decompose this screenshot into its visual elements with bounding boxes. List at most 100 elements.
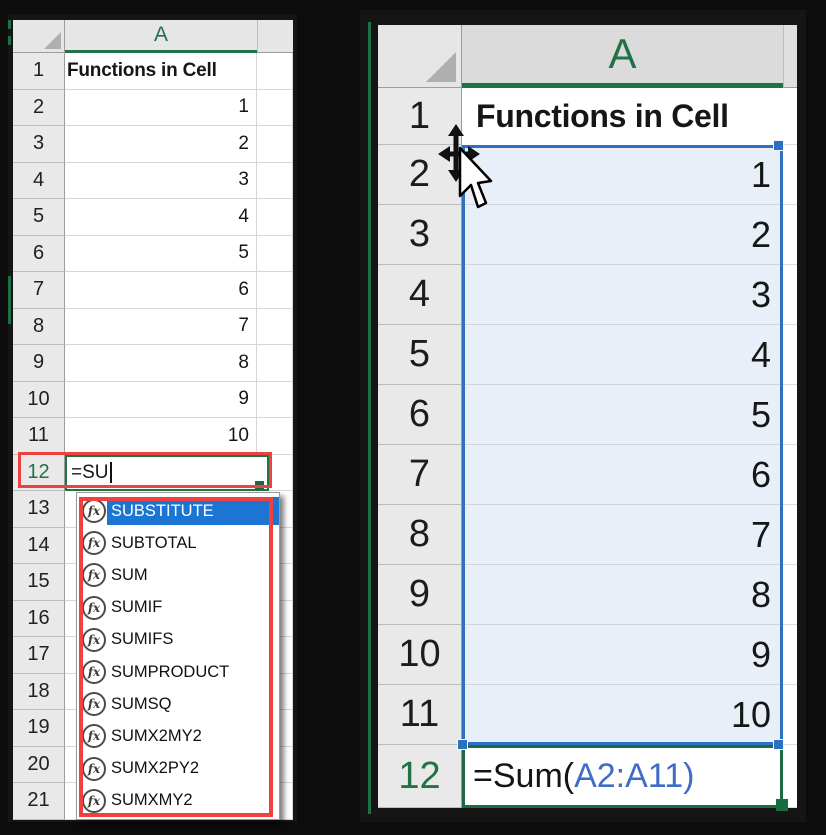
row-header-8[interactable]: 8 xyxy=(13,308,65,345)
autocomplete-item-sumx2my2[interactable]: fx SUMX2MY2 xyxy=(77,720,279,752)
autocomplete-item-label: SUMPRODUCT xyxy=(111,662,230,681)
row-header-12[interactable]: 12 xyxy=(13,454,65,491)
row-header-5[interactable]: 5 xyxy=(13,199,65,236)
cell-A2[interactable]: 1 xyxy=(65,89,257,126)
row-header-11[interactable]: 11 xyxy=(378,685,462,745)
row-header-21[interactable]: 21 xyxy=(13,783,65,820)
cell-A5[interactable]: 4 xyxy=(65,199,257,236)
cell-B7-sliver xyxy=(783,445,797,505)
autocomplete-item-sum[interactable]: fx SUM xyxy=(77,559,279,591)
row-header-5[interactable]: 5 xyxy=(378,325,462,385)
selection-handle-bottom-left[interactable] xyxy=(457,739,468,750)
cell-A9[interactable]: 8 xyxy=(65,345,257,382)
row-header-6[interactable]: 6 xyxy=(13,235,65,272)
column-header-a[interactable]: A xyxy=(462,25,783,88)
cell-A10[interactable]: 9 xyxy=(462,625,783,685)
row-header-6[interactable]: 6 xyxy=(378,385,462,445)
cell-A12[interactable]: =SU xyxy=(65,454,269,491)
row-header-12[interactable]: 12 xyxy=(378,745,462,808)
cell-B6-sliver xyxy=(257,235,293,272)
cell-A4[interactable]: 3 xyxy=(65,162,257,199)
fx-icon: fx xyxy=(82,595,106,620)
autocomplete-item-label: SUBSTITUTE xyxy=(107,497,279,526)
autocomplete-item-subtotal[interactable]: fx SUBTOTAL xyxy=(77,527,279,559)
cell-A10[interactable]: 9 xyxy=(65,381,257,418)
select-all-button[interactable] xyxy=(13,20,65,53)
row-header-8[interactable]: 8 xyxy=(378,505,462,565)
autocomplete-item-sumxmy2[interactable]: fx SUMXMY2 xyxy=(77,785,279,817)
window-edge-mark xyxy=(8,36,11,45)
row-header-14[interactable]: 14 xyxy=(13,527,65,564)
row-header-9[interactable]: 9 xyxy=(13,345,65,382)
cell-A1[interactable]: Functions in Cell xyxy=(462,88,783,145)
cell-A3[interactable]: 2 xyxy=(462,205,783,265)
row-header-17[interactable]: 17 xyxy=(13,637,65,674)
row-header-19[interactable]: 19 xyxy=(13,710,65,747)
cell-A1[interactable]: Functions in Cell xyxy=(65,53,257,90)
row-header-4[interactable]: 4 xyxy=(13,162,65,199)
fx-icon: fx xyxy=(82,499,106,524)
spreadsheet-right-zoomed: A 1 Functions in Cell 2 1 3 2 4 3 5 4 6 5 7 6 8 7 9 8 10 9 1… xyxy=(360,10,806,822)
row-header-16[interactable]: 16 xyxy=(13,600,65,637)
row-header-18[interactable]: 18 xyxy=(13,673,65,710)
row-header-13[interactable]: 13 xyxy=(13,491,65,528)
row-header-7[interactable]: 7 xyxy=(378,445,462,505)
cell-A11[interactable]: 10 xyxy=(462,685,783,745)
autocomplete-item-sumproduct[interactable]: fx SUMPRODUCT xyxy=(77,656,279,688)
move-cursor-icon xyxy=(438,124,493,209)
cell-A2[interactable]: 1 xyxy=(462,145,783,205)
select-all-button[interactable] xyxy=(378,25,462,88)
autocomplete-item-sumx2py2[interactable]: fx SUMX2PY2 xyxy=(77,753,279,785)
cell-A3[interactable]: 2 xyxy=(65,126,257,163)
row-header-7[interactable]: 7 xyxy=(13,272,65,309)
row-header-3[interactable]: 3 xyxy=(13,126,65,163)
sheet-row-1: 1 Functions in Cell xyxy=(13,53,293,90)
cell-B11-sliver xyxy=(783,685,797,745)
sheet-row-3: 32 xyxy=(13,126,293,163)
select-all-triangle-icon xyxy=(44,32,61,49)
cell-B8-sliver xyxy=(783,505,797,565)
sheet-row-6: 65 xyxy=(378,385,797,445)
fx-icon: fx xyxy=(82,531,106,556)
cell-A11[interactable]: 10 xyxy=(65,418,257,455)
row-header-10[interactable]: 10 xyxy=(13,381,65,418)
cell-A7[interactable]: 6 xyxy=(462,445,783,505)
cell-A12[interactable]: =Sum(A2:A11) xyxy=(462,745,783,808)
autocomplete-item-label: SUMX2PY2 xyxy=(111,759,200,778)
fill-handle[interactable] xyxy=(255,481,264,490)
cell-A8[interactable]: 7 xyxy=(462,505,783,565)
fill-handle[interactable] xyxy=(776,799,788,811)
autocomplete-item-sumifs[interactable]: fx SUMIFS xyxy=(77,624,279,656)
sheet-row-5: 54 xyxy=(13,199,293,236)
sheet-row-11: 11 10 xyxy=(13,418,293,455)
cell-B5-sliver xyxy=(783,325,797,385)
cell-A6[interactable]: 5 xyxy=(462,385,783,445)
row-header-10[interactable]: 10 xyxy=(378,625,462,685)
row-header-20[interactable]: 20 xyxy=(13,746,65,783)
cell-B3-sliver xyxy=(783,205,797,265)
selection-handle-top-right[interactable] xyxy=(773,140,784,151)
text-caret xyxy=(109,462,112,484)
cell-A5[interactable]: 4 xyxy=(462,325,783,385)
cell-A7[interactable]: 6 xyxy=(65,272,257,309)
autocomplete-item-label: SUMIFS xyxy=(111,630,174,649)
cell-B2-sliver xyxy=(257,89,293,126)
autocomplete-item-sumif[interactable]: fx SUMIF xyxy=(77,592,279,624)
column-header-a[interactable]: A xyxy=(65,20,257,53)
row-header-9[interactable]: 9 xyxy=(378,565,462,625)
cell-B10-sliver xyxy=(257,381,293,418)
row-header-11[interactable]: 11 xyxy=(13,418,65,455)
cell-A8[interactable]: 7 xyxy=(65,308,257,345)
row-header-2[interactable]: 2 xyxy=(13,89,65,126)
row-header-4[interactable]: 4 xyxy=(378,265,462,325)
autocomplete-item-sumsq[interactable]: fx SUMSQ xyxy=(77,688,279,720)
cell-A6[interactable]: 5 xyxy=(65,235,257,272)
row-header-15[interactable]: 15 xyxy=(13,564,65,601)
cell-A4[interactable]: 3 xyxy=(462,265,783,325)
sheet-row-4: 43 xyxy=(13,162,293,199)
autocomplete-item-substitute[interactable]: fx SUBSTITUTE xyxy=(77,495,279,527)
fx-icon: fx xyxy=(82,724,106,749)
selection-handle-bottom-right[interactable] xyxy=(773,739,784,750)
row-header-1[interactable]: 1 xyxy=(13,53,65,90)
cell-A9[interactable]: 8 xyxy=(462,565,783,625)
